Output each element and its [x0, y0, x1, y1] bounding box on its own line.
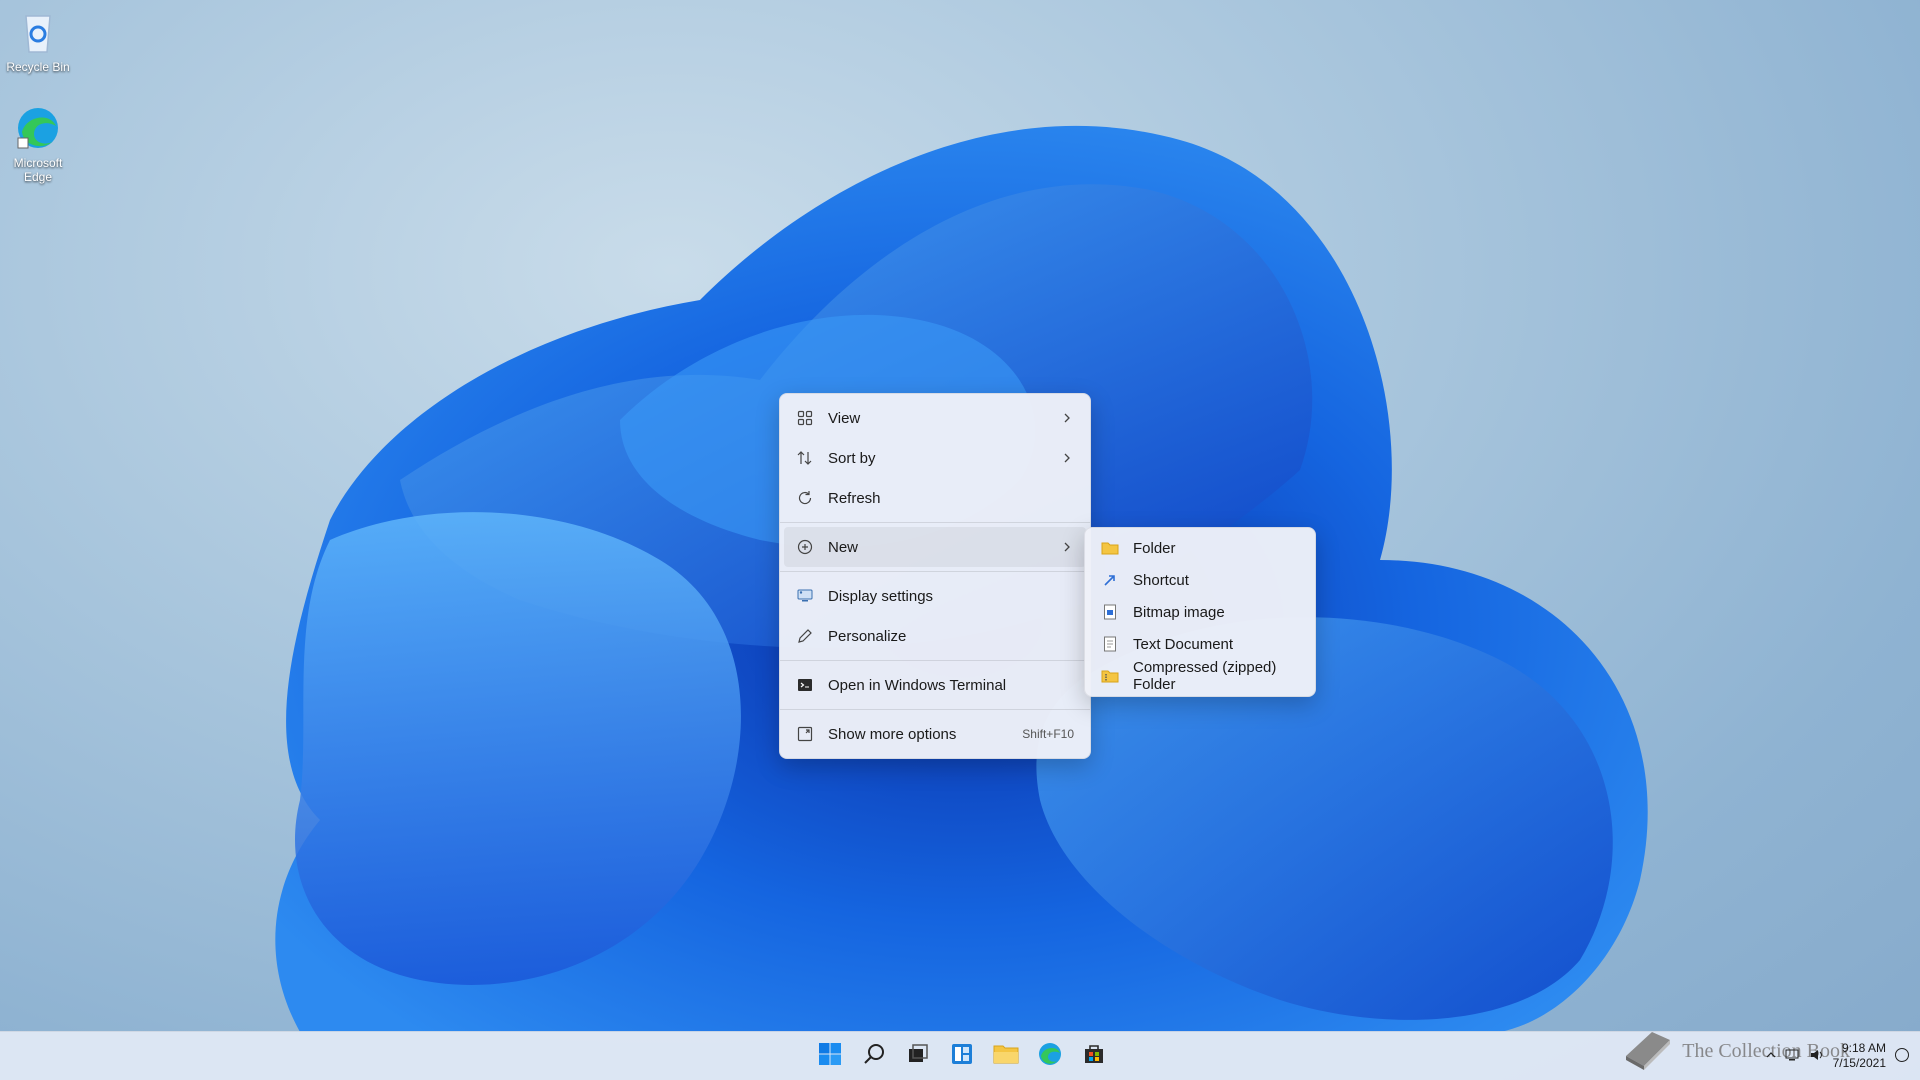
menu-separator [780, 660, 1090, 661]
taskbar: The Collection Book 9:18 AM 7/15/2021 [0, 1031, 1920, 1080]
submenu-item-label: Folder [1133, 539, 1176, 557]
desktop-icon-label: Recycle Bin [6, 60, 70, 74]
plus-circle-icon [794, 536, 816, 558]
menu-item-label: Show more options [828, 725, 957, 743]
edge-button[interactable] [1028, 1036, 1072, 1076]
store-icon [1082, 1042, 1106, 1071]
new-submenu: Folder Shortcut Bitmap image Text Docume… [1084, 527, 1316, 697]
menu-separator [780, 571, 1090, 572]
store-button[interactable] [1072, 1036, 1116, 1076]
submenu-item-label: Bitmap image [1133, 603, 1225, 621]
clock[interactable]: 9:18 AM 7/15/2021 [1833, 1041, 1886, 1071]
zip-folder-icon [1099, 665, 1121, 687]
submenu-item-bitmap[interactable]: Bitmap image [1089, 596, 1311, 628]
start-button[interactable] [808, 1036, 852, 1076]
bitmap-icon [1099, 601, 1121, 623]
submenu-item-shortcut[interactable]: Shortcut [1089, 564, 1311, 596]
chevron-right-icon [1060, 451, 1074, 465]
chevron-right-icon [1060, 411, 1074, 425]
menu-item-new[interactable]: New [784, 527, 1086, 567]
system-tray: 9:18 AM 7/15/2021 [1765, 1032, 1910, 1080]
desktop-icon-label: Microsoft Edge [13, 156, 63, 184]
pen-icon [794, 625, 816, 647]
chevron-right-icon [1060, 540, 1074, 554]
clock-date: 7/15/2021 [1832, 1056, 1886, 1070]
menu-item-label: Sort by [828, 449, 876, 467]
folder-icon [1099, 537, 1121, 559]
menu-item-personalize[interactable]: Personalize [784, 616, 1086, 656]
start-icon [818, 1042, 842, 1071]
menu-item-show-more-options[interactable]: Show more options Shift+F10 [784, 714, 1086, 754]
menu-item-label: View [828, 409, 861, 427]
volume-icon[interactable] [1809, 1048, 1825, 1065]
menu-separator [780, 709, 1090, 710]
shortcut-label: Shift+F10 [1022, 727, 1074, 741]
widgets-icon [950, 1042, 974, 1071]
book-icon [1622, 1026, 1674, 1076]
submenu-item-label: Compressed (zipped) Folder [1133, 659, 1277, 693]
chevron-up-icon[interactable] [1765, 1049, 1777, 1064]
submenu-item-zip-folder[interactable]: Compressed (zipped) Folder [1089, 659, 1311, 693]
display-icon [794, 585, 816, 607]
desktop-icon-edge[interactable]: Microsoft Edge [0, 104, 78, 184]
menu-item-label: Open in Windows Terminal [828, 676, 1007, 694]
recycle-bin-icon [14, 8, 62, 56]
menu-item-label: Refresh [828, 489, 881, 507]
menu-item-label: Personalize [828, 627, 907, 645]
grid-icon [794, 407, 816, 429]
menu-item-label: Display settings [828, 587, 934, 605]
text-document-icon [1099, 633, 1121, 655]
menu-separator [780, 522, 1090, 523]
terminal-icon [794, 674, 816, 696]
more-options-icon [794, 723, 816, 745]
edge-icon [1038, 1042, 1062, 1071]
notification-icon[interactable] [1894, 1047, 1910, 1066]
submenu-item-label: Text Document [1133, 635, 1234, 653]
file-explorer-icon [993, 1042, 1019, 1071]
submenu-item-label: Shortcut [1133, 571, 1189, 589]
refresh-icon [794, 487, 816, 509]
submenu-item-text-document[interactable]: Text Document [1089, 628, 1311, 660]
taskbar-apps [808, 1032, 1116, 1080]
menu-item-label: New [828, 538, 859, 556]
task-view-button[interactable] [896, 1036, 940, 1076]
menu-item-sort-by[interactable]: Sort by [784, 438, 1086, 478]
file-explorer-button[interactable] [984, 1036, 1028, 1076]
desktop-icon-recycle-bin[interactable]: Recycle Bin [0, 8, 78, 74]
menu-item-open-terminal[interactable]: Open in Windows Terminal [784, 665, 1086, 705]
widgets-button[interactable] [940, 1036, 984, 1076]
menu-item-view[interactable]: View [784, 398, 1086, 438]
clock-time: 9:18 AM [1841, 1041, 1886, 1055]
edge-icon [14, 104, 62, 152]
submenu-item-folder[interactable]: Folder [1089, 532, 1311, 564]
menu-item-display-settings[interactable]: Display settings [784, 576, 1086, 616]
desktop-context-menu: View Sort by Refresh New Display setting… [779, 393, 1091, 759]
shortcut-icon [1099, 569, 1121, 591]
task-view-icon [906, 1042, 930, 1071]
menu-item-refresh[interactable]: Refresh [784, 478, 1086, 518]
sort-icon [794, 447, 816, 469]
network-icon[interactable] [1785, 1048, 1801, 1065]
search-icon [862, 1042, 886, 1071]
search-button[interactable] [852, 1036, 896, 1076]
